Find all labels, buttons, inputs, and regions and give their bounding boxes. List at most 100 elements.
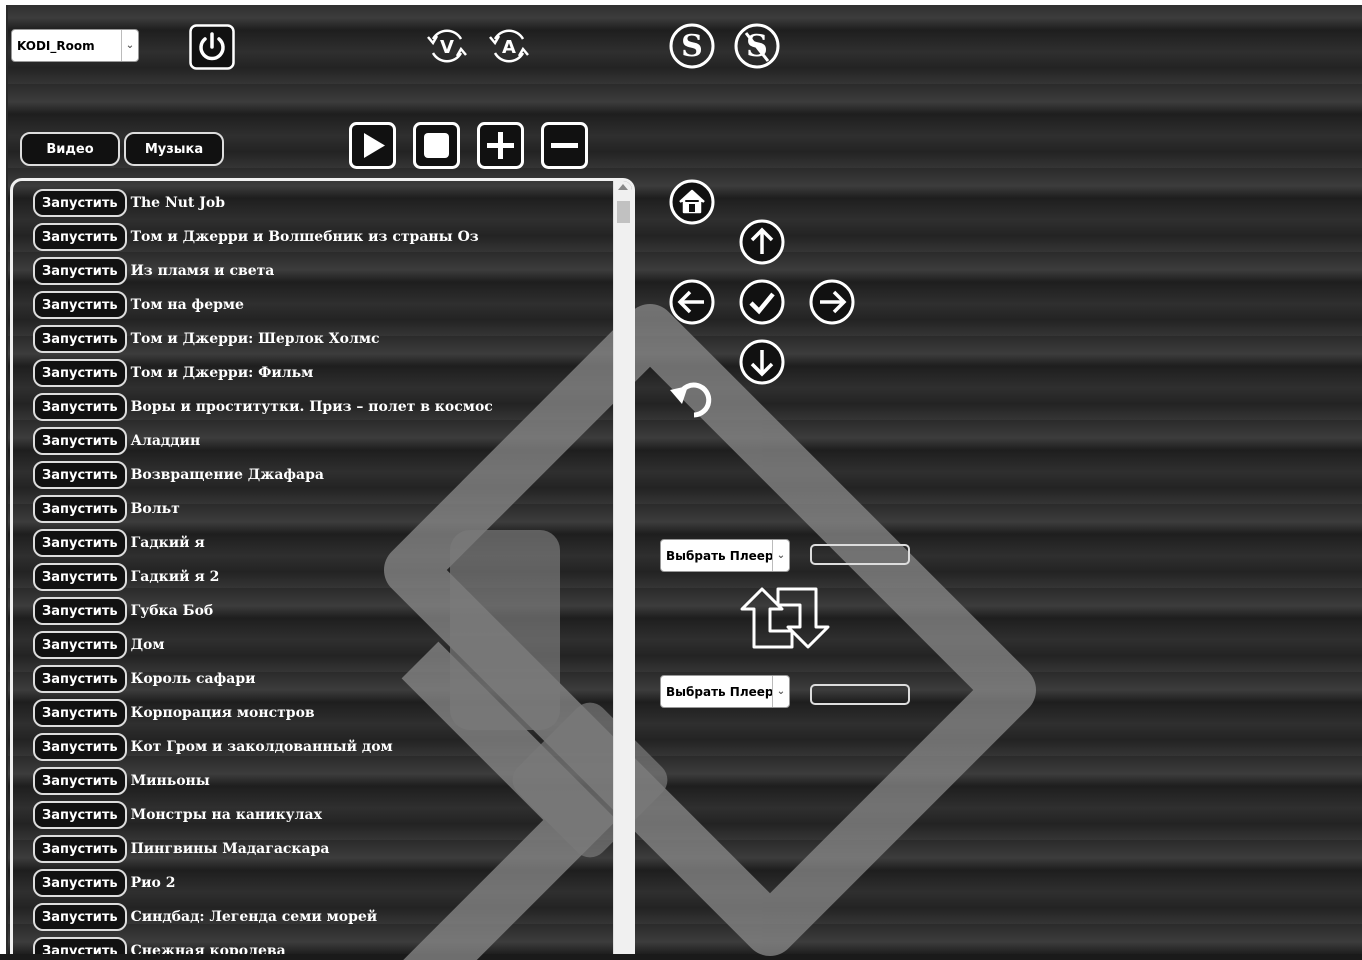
left-button[interactable] — [669, 279, 715, 325]
movie-title: Губка Боб — [130, 603, 214, 619]
movie-title: Аладдин — [130, 433, 201, 449]
subtitles-off-button[interactable]: S — [734, 23, 780, 69]
run-button[interactable]: Запустить — [33, 223, 127, 251]
run-button[interactable]: Запустить — [33, 835, 127, 863]
run-button[interactable]: Запустить — [33, 257, 127, 285]
movie-title: Миньоны — [130, 773, 210, 789]
subtitles-on-button[interactable]: S — [669, 23, 715, 69]
movie-title: Корпорация монстров — [130, 705, 315, 721]
power-icon — [189, 24, 235, 70]
play-button[interactable] — [349, 122, 396, 169]
run-button[interactable]: Запустить — [33, 767, 127, 795]
list-item: Запустить Корпорация монстров — [33, 696, 613, 730]
list-item: Запустить Воры и проститутки. Приз – поле… — [33, 390, 613, 424]
volume-up-button[interactable] — [477, 122, 524, 169]
list-item: Запустить The Nut Job — [33, 186, 613, 220]
list-item: Запустить Пингвины Мадагаскара — [33, 832, 613, 866]
subtitles-off-icon: S — [734, 23, 780, 69]
movie-title: Том и Джерри: Фильм — [130, 365, 314, 381]
run-button[interactable]: Запустить — [33, 325, 127, 353]
run-button[interactable]: Запустить — [33, 461, 127, 489]
run-button[interactable]: Запустить — [33, 869, 127, 897]
run-button[interactable]: Запустить — [33, 189, 127, 217]
scrollbar[interactable] — [613, 181, 632, 954]
up-button[interactable] — [739, 219, 785, 265]
tab-music[interactable]: Музыка — [124, 132, 224, 166]
svg-text:A: A — [502, 37, 516, 58]
run-button[interactable]: Запустить — [33, 529, 127, 557]
power-button[interactable] — [189, 24, 235, 70]
movie-title: Снежная королева — [130, 943, 286, 954]
movie-title: Гадкий я — [130, 535, 205, 551]
movie-title: Рио 2 — [130, 875, 176, 891]
stop-button[interactable] — [413, 122, 460, 169]
back-button[interactable] — [668, 376, 718, 422]
volume-up-icon — [477, 122, 524, 169]
run-button[interactable]: Запустить — [33, 393, 127, 421]
list-item: Запустить Том и Джерри: Шерлок Холмс — [33, 322, 613, 356]
run-button[interactable]: Запустить — [33, 427, 127, 455]
list-item: Запустить Король сафари — [33, 662, 613, 696]
movie-list: Запустить The Nut Job Запустить Том и Джерр… — [33, 186, 613, 954]
volume-down-icon — [541, 122, 588, 169]
scroll-up-arrow-icon[interactable] — [618, 184, 628, 190]
run-button[interactable]: Запустить — [33, 665, 127, 693]
video-sync-button[interactable]: V — [425, 25, 469, 67]
list-item: Запустить Гадкий я — [33, 526, 613, 560]
run-button[interactable]: Запустить — [33, 359, 127, 387]
player-select-1[interactable]: Выбрать Плеер ⌄ — [660, 539, 790, 572]
left-arrow-icon — [669, 279, 715, 325]
svg-text:V: V — [440, 37, 454, 58]
movie-list-panel: Запустить The Nut Job Запустить Том и Джерр… — [10, 178, 635, 954]
device-select[interactable]: KODI_Room ⌄ — [11, 29, 139, 62]
down-arrow-icon — [739, 339, 785, 385]
list-item: Запустить Из пламя и света — [33, 254, 613, 288]
stop-icon — [413, 122, 460, 169]
right-button[interactable] — [809, 279, 855, 325]
movie-title: Король сафари — [130, 671, 256, 687]
list-item: Запустить Дом — [33, 628, 613, 662]
list-item: Запустить Рио 2 — [33, 866, 613, 900]
player-select-2-value: Выбрать Плеер — [666, 685, 774, 699]
list-item: Запустить Том и Джерри: Фильм — [33, 356, 613, 390]
run-button[interactable]: Запустить — [33, 801, 127, 829]
run-button[interactable]: Запустить — [33, 495, 127, 523]
run-button[interactable]: Запустить — [33, 733, 127, 761]
swap-players-button[interactable] — [734, 585, 836, 651]
movie-title: Вольт — [130, 501, 180, 517]
run-button[interactable]: Запустить — [33, 291, 127, 319]
down-button[interactable] — [739, 339, 785, 385]
run-button[interactable]: Запустить — [33, 563, 127, 591]
audio-sync-icon: A — [489, 29, 529, 63]
run-button[interactable]: Запустить — [33, 631, 127, 659]
home-icon — [669, 179, 715, 225]
run-button[interactable]: Запустить — [33, 903, 127, 931]
player-select-2[interactable]: Выбрать Плеер ⌄ — [660, 675, 790, 708]
list-item: Запустить Губка Боб — [33, 594, 613, 628]
list-item: Запустить Кот Гром и заколдованный дом — [33, 730, 613, 764]
run-button[interactable]: Запустить — [33, 597, 127, 625]
top-border — [0, 0, 1362, 5]
chevron-down-icon: ⌄ — [772, 540, 789, 571]
player-select-1-value: Выбрать Плеер — [666, 549, 774, 563]
back-icon — [670, 382, 712, 418]
run-button[interactable]: Запустить — [33, 937, 127, 954]
ok-check-icon — [739, 279, 785, 325]
movie-title: Возвращение Джафара — [130, 467, 324, 483]
chevron-down-icon: ⌄ — [772, 676, 789, 707]
home-button[interactable] — [669, 179, 715, 225]
volume-down-button[interactable] — [541, 122, 588, 169]
audio-sync-button[interactable]: A — [487, 25, 531, 67]
movie-title: Гадкий я 2 — [130, 569, 220, 585]
list-item: Запустить Гадкий я 2 — [33, 560, 613, 594]
player-1-field[interactable] — [810, 544, 910, 565]
movie-title: The Nut Job — [130, 195, 226, 211]
movie-title: Дом — [130, 637, 165, 653]
tab-video[interactable]: Видео — [20, 132, 120, 166]
ok-button[interactable] — [739, 279, 785, 325]
list-item: Запустить Монстры на каникулах — [33, 798, 613, 832]
movie-title: Том на ферме — [130, 297, 244, 313]
run-button[interactable]: Запустить — [33, 699, 127, 727]
scroll-thumb[interactable] — [617, 201, 630, 223]
player-2-field[interactable] — [810, 684, 910, 705]
